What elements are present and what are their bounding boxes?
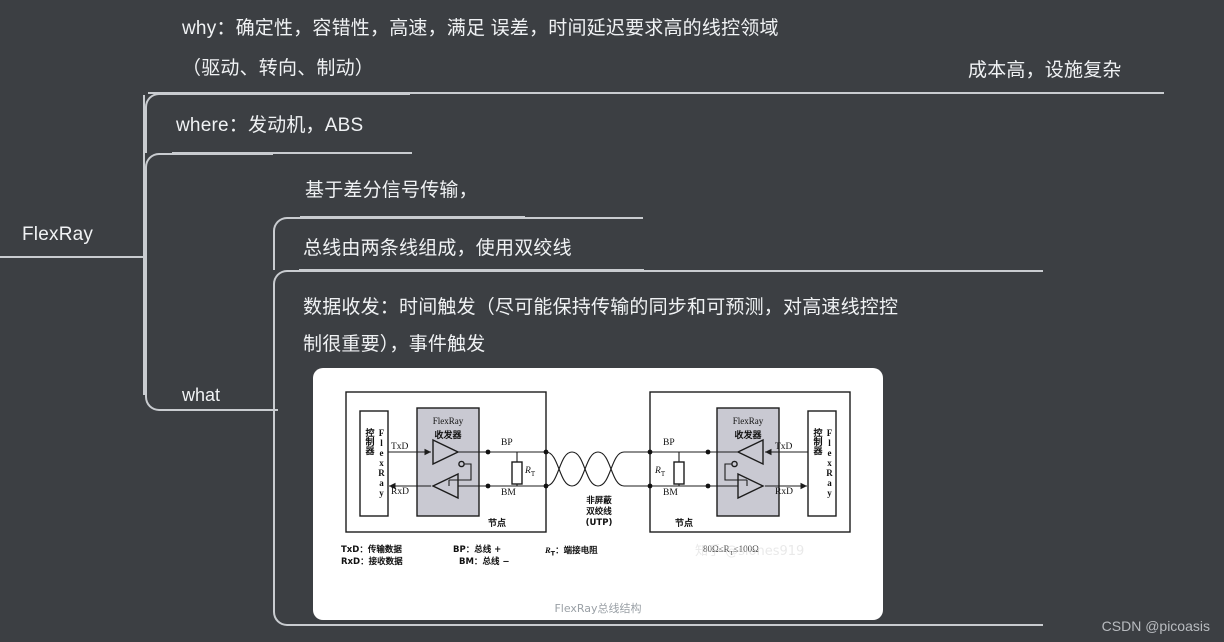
branch-what-child-2-line2[interactable]: 制很重要），事件触发 xyxy=(303,330,486,360)
branch-what-underline xyxy=(178,409,278,411)
mindmap-canvas: FlexRay why：确定性，容错性，高速，满足 误差，时间延迟要求高的线控领… xyxy=(0,0,1224,642)
figure-caption: FlexRay总线结构 xyxy=(554,602,642,615)
figure-left-transceiver-line2: 收发器 xyxy=(434,431,462,441)
figure-right-controller-label: FlexRay 控制器 xyxy=(812,428,835,498)
branch-where-underline xyxy=(172,152,412,154)
figure-legend-item-3: BM：总线 − xyxy=(459,557,510,567)
figure-cable-line1: 非屏蔽 xyxy=(586,496,612,506)
figure-left-rxd-label: RxD xyxy=(391,487,409,497)
figure-right-bp-label: BP xyxy=(663,438,675,448)
figure-right-rt-label: RT xyxy=(655,466,666,478)
branch-what-child-2-line1[interactable]: 数据收发：时间触发（尽可能保持传输的同步和可预测，对高速线控控 xyxy=(303,293,898,323)
branch-why-line2[interactable]: （驱动、转向、制动） xyxy=(182,54,374,84)
figure-left-rt-label: RT xyxy=(525,466,536,478)
figure-legend-item-0: TxD：传输数据 xyxy=(341,545,402,555)
figure-left-bm-label: BM xyxy=(501,488,516,498)
figure-left-transceiver-line1: FlexRay xyxy=(432,416,464,426)
root-spine xyxy=(143,95,145,395)
figure-legend-col1: TxD：传输数据 RxD：接收数据 xyxy=(341,544,403,568)
figure-right-transceiver-line2: 收发器 xyxy=(734,431,762,441)
root-underline xyxy=(0,256,144,258)
figure-cable-label: 非屏蔽 双绞线 (UTP) xyxy=(571,496,627,529)
branch-what-label[interactable]: what xyxy=(182,385,220,406)
branch-where-label[interactable]: where：发动机，ABS xyxy=(176,111,363,141)
branch-what-child-0-label[interactable]: 基于差分信号传输， xyxy=(305,176,478,206)
branch-what-child-0-underline xyxy=(300,216,525,218)
top-branch-underline xyxy=(148,92,1164,94)
figure-right-txd-label: TxD xyxy=(775,442,793,452)
csdn-credit: CSDN @picoasis xyxy=(1101,618,1210,634)
figure-left-node-label: 节点 xyxy=(488,519,507,529)
branch-cost-label[interactable]: 成本高，设施复杂 xyxy=(968,56,1122,86)
figure-legend-item-4: RT：端接电阻 xyxy=(545,545,598,558)
root-node-label[interactable]: FlexRay xyxy=(22,220,93,250)
branch-what-child-1-underline xyxy=(299,269,644,271)
figure-left-controller-label: FlexRay 控制器 xyxy=(364,428,387,498)
figure-cable-line2: 双绞线 xyxy=(586,507,612,517)
figure-left-txd-label: TxD xyxy=(391,442,409,452)
figure-legend-item-1: RxD：接收数据 xyxy=(341,557,403,567)
branch-what-child-1-label[interactable]: 总线由两条线组成，使用双绞线 xyxy=(303,234,572,264)
figure-right-rxd-label: RxD xyxy=(775,487,793,497)
figure-legend-col2: BP：总线 + BM：总线 − xyxy=(453,544,510,568)
bracket-what xyxy=(145,153,273,411)
figure-cable-line3: (UTP) xyxy=(585,518,613,528)
figure-right-bm-label: BM xyxy=(663,488,678,498)
zhihu-watermark: 知乎 @siones919 xyxy=(695,544,805,559)
figure-right-node-label: 节点 xyxy=(675,519,694,529)
branch-why-line1[interactable]: why：确定性，容错性，高速，满足 误差，时间延迟要求高的线控领域 xyxy=(182,14,779,44)
flexray-bus-figure[interactable]: .blk { fill:none; stroke:#1c1c1c; stroke… xyxy=(313,368,883,620)
figure-left-bp-label: BP xyxy=(501,438,513,448)
figure-legend-item-2: BP：总线 + xyxy=(453,545,502,555)
figure-right-transceiver-line1: FlexRay xyxy=(732,416,764,426)
